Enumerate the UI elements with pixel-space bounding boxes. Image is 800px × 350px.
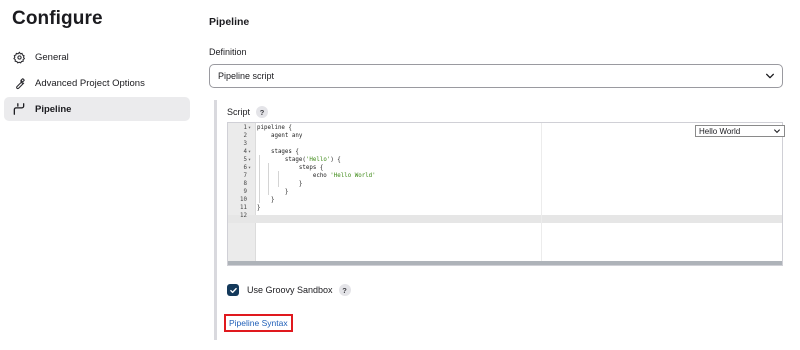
sandbox-label: Use Groovy Sandbox: [247, 285, 333, 295]
sample-script-value: Hello World: [699, 126, 741, 136]
code-text: agent any: [257, 133, 303, 139]
line-number: 8: [243, 181, 248, 187]
code-text: stage('Hello') {: [257, 157, 341, 163]
sandbox-help-icon[interactable]: ?: [338, 284, 351, 296]
code-line: 3: [228, 140, 782, 148]
code-line: 6 ▾ steps {: [228, 164, 782, 172]
definition-select-value: Pipeline script: [218, 71, 275, 81]
code-text: steps {: [257, 165, 324, 171]
wrench-icon: [12, 76, 26, 90]
code-line: 5 ▾ stage('Hello') {: [228, 156, 782, 164]
line-number: 12: [240, 213, 247, 219]
code-text: }: [257, 181, 303, 187]
sandbox-checkbox[interactable]: [227, 284, 239, 296]
string-literal: 'Hello World': [330, 173, 376, 179]
code-line: 9 }: [228, 188, 782, 196]
fold-arrow-icon[interactable]: ▾: [248, 164, 251, 172]
sidebar: Configure General Advanced Project Optio…: [0, 0, 200, 350]
code-line: 8 }: [228, 180, 782, 188]
definition-label: Definition: [209, 47, 247, 57]
code-line: 11}: [228, 204, 782, 212]
chevron-down-icon: [773, 127, 781, 137]
string-literal: 'Hello': [305, 157, 331, 163]
code-text: echo 'Hello World': [257, 173, 376, 179]
code-line: 10 }: [228, 196, 782, 204]
line-number: 3: [243, 141, 248, 147]
sidebar-item-label: Advanced Project Options: [35, 77, 145, 89]
code-text: }: [257, 197, 275, 203]
line-number: 1: [243, 125, 248, 131]
script-editor[interactable]: 1 ▾ pipeline {2 agent any 3 4 ▾ stages {5 ▾ st…: [227, 122, 783, 266]
fold-arrow-icon[interactable]: ▾: [248, 148, 251, 156]
sample-script-select[interactable]: Hello World: [695, 125, 785, 137]
sidebar-item-advanced-project-options[interactable]: Advanced Project Options: [4, 71, 190, 95]
pipeline-syntax-link[interactable]: Pipeline Syntax: [224, 314, 293, 332]
script-label: Script ?: [227, 106, 269, 118]
code-text: pipeline {: [257, 125, 292, 131]
sidebar-item-label: General: [35, 51, 69, 63]
editor-resize-bar[interactable]: [228, 261, 782, 265]
code-lines: 1 ▾ pipeline {2 agent any 3 4 ▾ stages {5 ▾ st…: [228, 124, 782, 220]
code-text: stages {: [257, 149, 299, 155]
line-number: 6: [243, 165, 248, 171]
line-number: 5: [243, 157, 248, 163]
sidebar-item-general[interactable]: General: [4, 45, 190, 69]
section-indent-bar: [214, 100, 217, 340]
line-number: 10: [240, 197, 247, 203]
line-number: 2: [243, 133, 248, 139]
sidebar-item-label: Pipeline: [35, 103, 72, 115]
line-number: 7: [243, 173, 248, 179]
line-number: 9: [243, 189, 248, 195]
definition-select[interactable]: Pipeline script: [209, 64, 783, 88]
code-line: 4 ▾ stages {: [228, 148, 782, 156]
page-title: Configure: [12, 8, 103, 29]
line-number: 4: [243, 149, 248, 155]
code-text: }: [257, 189, 289, 195]
code-text: }: [257, 205, 261, 211]
sidebar-item-pipeline[interactable]: Pipeline: [4, 97, 190, 121]
main-content: Pipeline Definition Pipeline script Scri…: [209, 0, 800, 350]
pipeline-icon: [12, 102, 26, 116]
section-title: Pipeline: [209, 16, 250, 28]
fold-arrow-icon[interactable]: ▾: [248, 156, 251, 164]
fold-arrow-icon[interactable]: ▾: [248, 124, 251, 132]
code-line: 12: [228, 212, 782, 220]
gear-icon: [12, 50, 26, 64]
script-help-icon[interactable]: ?: [256, 106, 269, 118]
chevron-down-icon: [765, 71, 775, 83]
line-number: 11: [240, 205, 247, 211]
code-line: 7 echo 'Hello World': [228, 172, 782, 180]
groovy-sandbox-option[interactable]: Use Groovy Sandbox ?: [227, 284, 351, 296]
script-label-text: Script: [227, 107, 251, 117]
